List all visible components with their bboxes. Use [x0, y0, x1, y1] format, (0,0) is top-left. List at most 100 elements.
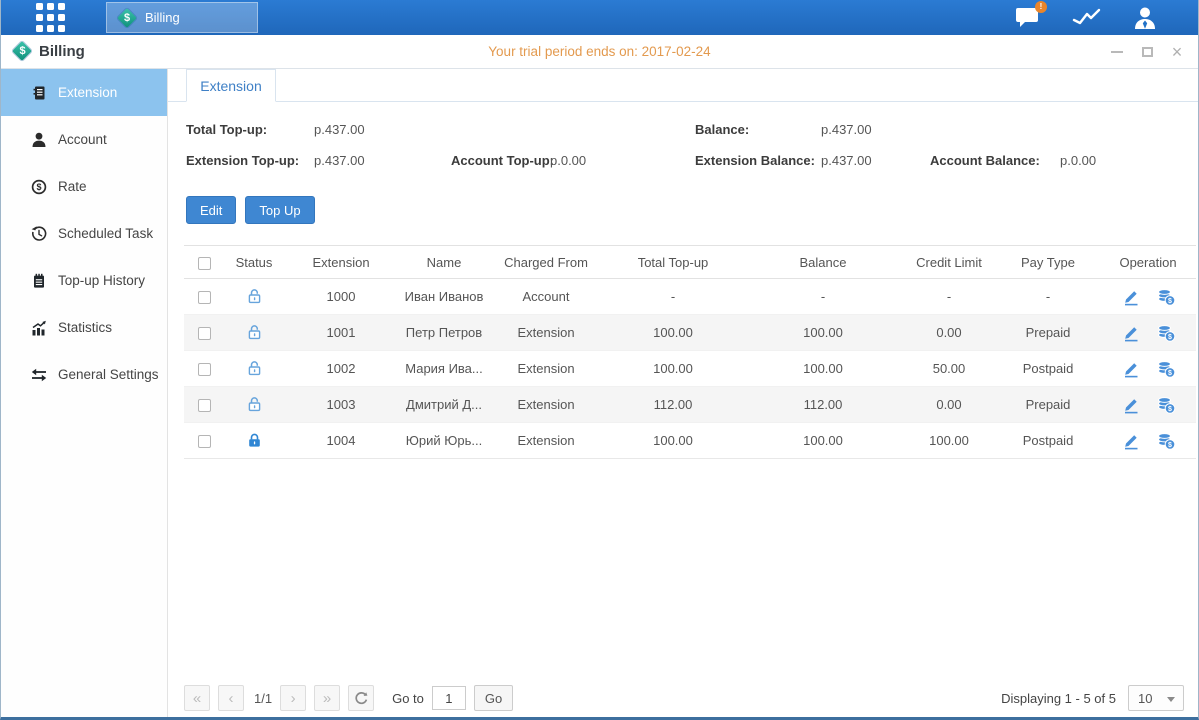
edit-row-icon[interactable] [1121, 432, 1140, 450]
page-indicator: 1/1 [254, 691, 272, 706]
extension-cell: 1003 [284, 387, 398, 423]
account-balance-label: Account Balance: [930, 153, 1040, 168]
extensions-table: Status Extension Name Charged From Total… [184, 245, 1184, 459]
charged-from-cell: Extension [490, 315, 602, 351]
row-checkbox[interactable] [198, 435, 211, 448]
balance-cell: 112.00 [744, 387, 902, 423]
top-up-row-icon[interactable]: $ [1156, 288, 1176, 306]
close-button[interactable]: × [1170, 45, 1184, 59]
sidebar-item-account[interactable]: Account [1, 116, 167, 163]
sidebar-item-scheduled-task[interactable]: Scheduled Task [1, 210, 167, 257]
table-row: 1002 Мария Ива... Extension 100.00 100.0… [184, 351, 1196, 387]
goto-page-input[interactable] [432, 686, 466, 710]
balance-summary: Total Top-up: p.437.00 Balance: p.437.00… [168, 112, 1198, 188]
displaying-count-text: Displaying 1 - 5 of 5 [1001, 691, 1116, 706]
balance-cell: 100.00 [744, 423, 902, 459]
status-lock-icon [246, 292, 263, 307]
balance-cell: 100.00 [744, 315, 902, 351]
extension-cell: 1000 [284, 279, 398, 315]
window-title: Billing [39, 43, 85, 60]
line-chart-icon [1072, 6, 1102, 29]
status-lock-icon [246, 364, 263, 379]
extension-cell: 1001 [284, 315, 398, 351]
top-up-row-icon[interactable]: $ [1156, 432, 1176, 450]
balance-label: Balance: [695, 122, 749, 137]
last-page-button[interactable]: » [314, 685, 340, 711]
extension-topup-value: p.437.00 [314, 153, 365, 168]
prev-page-button[interactable]: ‹ [218, 685, 244, 711]
sidebar-item-statistics[interactable]: Statistics [1, 304, 167, 351]
edit-row-icon[interactable] [1121, 288, 1140, 306]
maximize-button[interactable] [1140, 45, 1154, 59]
next-page-button[interactable]: › [280, 685, 306, 711]
sidebar-item-label: Top-up History [58, 273, 145, 288]
select-all-checkbox[interactable] [198, 257, 211, 270]
user-account-button[interactable] [1132, 6, 1158, 30]
window-title-bar: $ Billing Your trial period ends on: 201… [1, 35, 1198, 69]
account-topup-value: p.0.00 [550, 153, 586, 168]
column-header-credit-limit: Credit Limit [902, 246, 996, 279]
exchange-arrows-icon [31, 367, 47, 383]
total-topup-cell: 100.00 [602, 315, 744, 351]
row-checkbox[interactable] [198, 399, 211, 412]
page-size-dropdown[interactable]: 10 [1128, 685, 1184, 711]
status-lock-icon [246, 436, 263, 451]
app-launcher-icon[interactable] [36, 3, 65, 32]
refresh-button[interactable] [348, 685, 374, 711]
edit-row-icon[interactable] [1121, 324, 1140, 342]
top-up-row-icon[interactable]: $ [1156, 324, 1176, 342]
sidebar-item-rate[interactable]: $ Rate [1, 163, 167, 210]
sidebar-item-topup-history[interactable]: Top-up History [1, 257, 167, 304]
extension-cell: 1004 [284, 423, 398, 459]
bar-chart-icon [31, 320, 47, 336]
dollar-circle-icon: $ [31, 179, 47, 195]
notifications-button[interactable]: ! [1015, 6, 1042, 29]
goto-label: Go to [392, 691, 424, 706]
billing-app-tab[interactable]: $ Billing [106, 2, 258, 33]
top-up-row-icon[interactable]: $ [1156, 396, 1176, 414]
column-header-extension: Extension [284, 246, 398, 279]
go-button[interactable]: Go [474, 685, 513, 711]
edit-button[interactable]: Edit [186, 196, 236, 224]
sidebar-item-extension[interactable]: Extension [1, 69, 167, 116]
pay-type-cell: - [996, 279, 1100, 315]
column-header-pay-type: Pay Type [996, 246, 1100, 279]
minimize-button[interactable] [1110, 45, 1124, 59]
credit-limit-cell: 50.00 [902, 351, 996, 387]
charged-from-cell: Account [490, 279, 602, 315]
notification-badge: ! [1035, 1, 1047, 13]
edit-row-icon[interactable] [1121, 360, 1140, 378]
first-page-button[interactable]: « [184, 685, 210, 711]
pay-type-cell: Postpaid [996, 423, 1100, 459]
row-checkbox[interactable] [198, 327, 211, 340]
sidebar-menu: Extension Account $ Rate [1, 69, 168, 717]
pay-type-cell: Postpaid [996, 351, 1100, 387]
user-icon [1132, 6, 1158, 30]
sidebar-item-general-settings[interactable]: General Settings [1, 351, 167, 398]
table-header-row: Status Extension Name Charged From Total… [184, 246, 1196, 279]
charged-from-cell: Extension [490, 351, 602, 387]
sidebar-item-label: Statistics [58, 320, 112, 335]
chevron-down-icon [1167, 697, 1175, 702]
main-content: Extension Total Top-up: p.437.00 Balance… [168, 69, 1198, 717]
top-up-button[interactable]: Top Up [245, 196, 314, 224]
top-up-row-icon[interactable]: $ [1156, 360, 1176, 378]
table-row: 1001 Петр Петров Extension 100.00 100.00… [184, 315, 1196, 351]
table-row: 1004 Юрий Юрь... Extension 100.00 100.00… [184, 423, 1196, 459]
row-checkbox[interactable] [198, 363, 211, 376]
total-topup-cell: 112.00 [602, 387, 744, 423]
statistics-chart-button[interactable] [1072, 6, 1102, 29]
total-topup-value: p.437.00 [314, 122, 365, 137]
svg-text:$: $ [1168, 370, 1172, 377]
credit-limit-cell: 0.00 [902, 387, 996, 423]
edit-row-icon[interactable] [1121, 396, 1140, 414]
svg-text:$: $ [36, 182, 41, 192]
row-checkbox[interactable] [198, 291, 211, 304]
account-topup-label: Account Top-up: [451, 153, 554, 168]
column-header-name: Name [398, 246, 490, 279]
tab-extension[interactable]: Extension [186, 69, 276, 102]
clock-history-icon [31, 226, 47, 242]
table-row: 1000 Иван Иванов Account - - - - $ [184, 279, 1196, 315]
column-header-operation: Operation [1100, 246, 1196, 279]
total-topup-cell: 100.00 [602, 423, 744, 459]
